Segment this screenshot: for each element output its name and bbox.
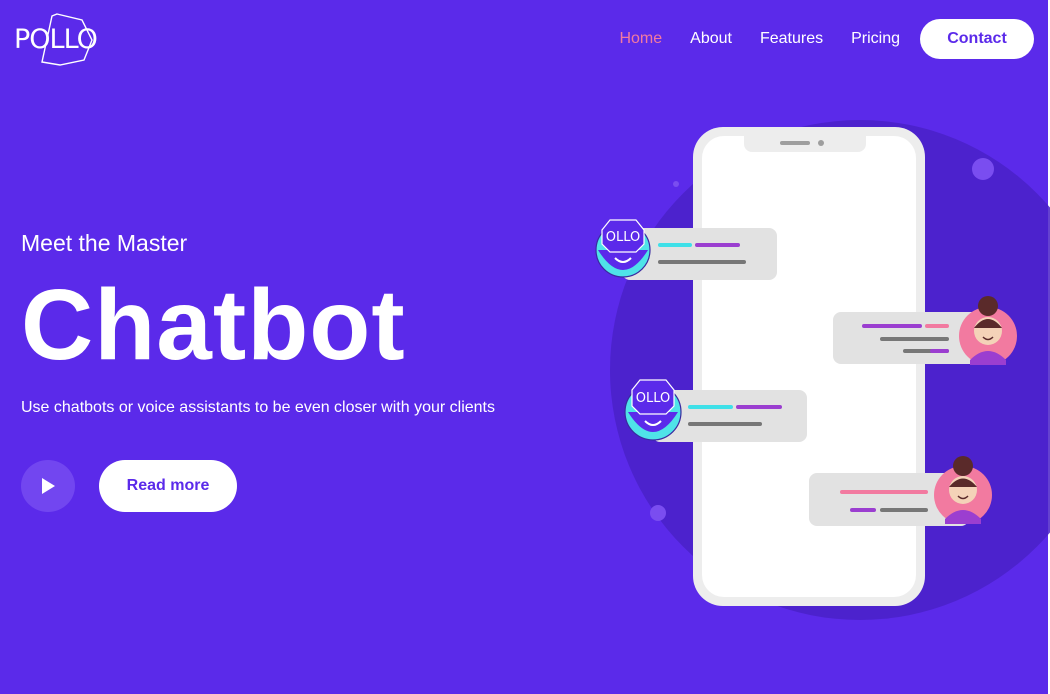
- nav-home[interactable]: Home: [619, 19, 662, 59]
- logo-text: POLLO: [14, 24, 98, 55]
- chat-phone-illustration: OLLO OLLO: [560, 110, 1050, 630]
- brand-logo[interactable]: POLLO: [12, 12, 98, 66]
- play-video-button[interactable]: [21, 460, 75, 512]
- svg-text:OLLO: OLLO: [606, 230, 641, 245]
- contact-button[interactable]: Contact: [920, 19, 1034, 59]
- decor-dot: [673, 181, 679, 187]
- read-more-button[interactable]: Read more: [99, 460, 237, 512]
- bot-avatar-icon: OLLO: [624, 379, 682, 441]
- nav-features[interactable]: Features: [760, 19, 823, 59]
- play-icon: [42, 478, 55, 494]
- main-nav: Home About Features Pricing Contact: [591, 19, 1034, 59]
- hero-headline: Chatbot: [21, 269, 406, 381]
- phone-notch: [744, 127, 866, 152]
- phone-screen: [702, 136, 916, 597]
- bot-avatar-icon: OLLO: [595, 219, 651, 278]
- hero-description: Use chatbots or voice assistants to be e…: [21, 399, 495, 416]
- nav-about[interactable]: About: [690, 19, 732, 59]
- decor-dot: [650, 505, 666, 521]
- svg-text:OLLO: OLLO: [636, 391, 671, 406]
- nav-pricing[interactable]: Pricing: [851, 19, 900, 59]
- bot-message-1: OLLO: [595, 219, 777, 280]
- decor-dot: [972, 158, 994, 180]
- hero-kicker: Meet the Master: [21, 230, 188, 256]
